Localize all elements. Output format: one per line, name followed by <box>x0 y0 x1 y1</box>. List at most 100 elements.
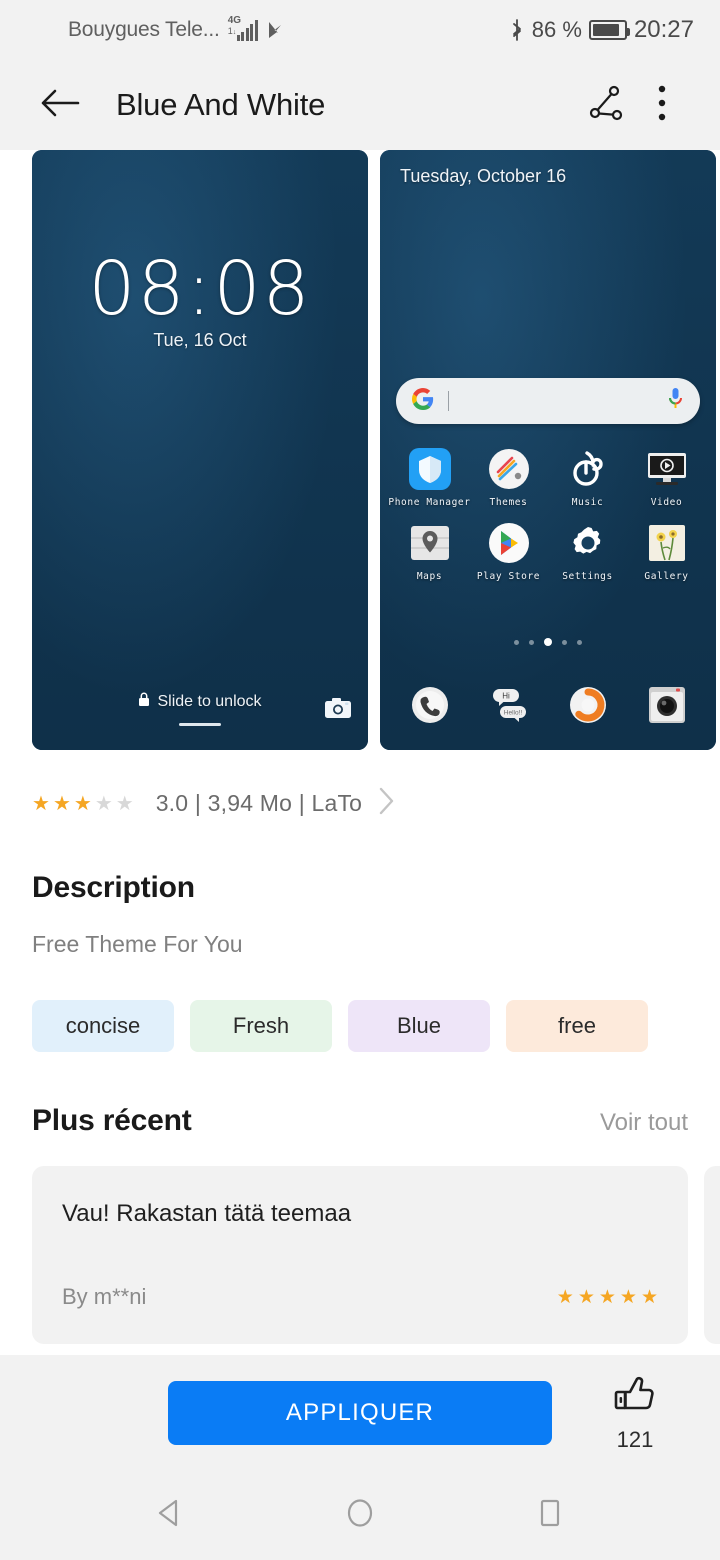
description-body: Free Theme For You <box>32 931 243 957</box>
microphone-icon[interactable] <box>667 387 684 416</box>
nav-back-triangle-icon <box>153 1496 187 1535</box>
review-title: Vau! Rakastan tätä teemaa <box>62 1200 352 1227</box>
preview-gallery[interactable]: 08:08 Tue, 16 Oct Slide to unlock Tuesda… <box>0 150 720 750</box>
rating-stars: ★ ★ ★ ★ ★ <box>32 794 134 814</box>
app-phone-manager[interactable]: Phone Manager <box>388 446 471 508</box>
app-row: Phone Manager Themes Music Video <box>388 446 706 520</box>
recent-heading: Plus récent <box>32 1104 192 1137</box>
home-indicator <box>179 723 221 726</box>
app-label: Play Store <box>476 571 541 582</box>
star-empty: ★ <box>115 792 134 815</box>
dock-browser[interactable] <box>548 682 627 728</box>
app-screen: Bouygues Tele... 4G 1↓ 86 % 20:27 Blue A… <box>0 0 720 1560</box>
gallery-icon <box>644 520 690 566</box>
tag-chip[interactable]: Blue <box>348 1000 490 1052</box>
tag-chip[interactable]: Fresh <box>190 1000 332 1052</box>
page-indicator <box>380 638 716 646</box>
app-music[interactable]: Music <box>548 446 627 508</box>
messages-icon: Hi Hello!! <box>486 682 532 728</box>
page-dot <box>529 639 534 645</box>
star-filled: ★ <box>577 1286 595 1308</box>
star-filled: ★ <box>556 1286 574 1308</box>
app-label: Gallery <box>644 571 689 582</box>
page-title: Blue And White <box>116 87 326 122</box>
overflow-menu-button[interactable] <box>634 77 690 133</box>
slide-to-unlock-label: Slide to unlock <box>157 693 262 710</box>
app-bar: Blue And White <box>0 60 720 150</box>
app-video[interactable]: Video <box>627 446 706 508</box>
play-store-icon <box>486 520 532 566</box>
share-icon <box>585 82 627 129</box>
app-settings[interactable]: Settings <box>548 520 627 582</box>
review-stars: ★ ★ ★ ★ ★ <box>557 1288 658 1307</box>
apply-button[interactable]: APPLIQUER <box>168 1380 552 1445</box>
star-filled: ★ <box>32 792 50 815</box>
app-grid: Phone Manager Themes Music Video Maps Pl… <box>388 446 706 594</box>
camera-icon <box>324 698 352 723</box>
app-row: Maps Play Store Settings Gallery <box>390 520 706 594</box>
share-button[interactable] <box>578 77 634 133</box>
browser-icon <box>565 682 611 728</box>
app-label: Phone Manager <box>388 497 471 508</box>
nav-home-button[interactable] <box>325 1480 395 1550</box>
search-input[interactable] <box>448 391 449 411</box>
app-label: Maps <box>416 571 443 582</box>
like-control[interactable]: 121 <box>612 1372 658 1453</box>
google-search-bar[interactable] <box>396 378 700 424</box>
more-vertical-icon <box>657 84 667 127</box>
app-maps[interactable]: Maps <box>390 520 469 582</box>
music-icon <box>565 446 611 492</box>
star-filled: ★ <box>640 1286 658 1308</box>
dock-messages[interactable]: Hi Hello!! <box>469 682 548 728</box>
svg-text:Hi: Hi <box>502 692 510 701</box>
app-gallery[interactable]: Gallery <box>627 520 706 582</box>
vpn-icon <box>266 19 288 41</box>
lockscreen-time: 08:08 <box>88 246 312 332</box>
dock-camera[interactable] <box>627 682 706 728</box>
review-carousel[interactable]: Vau! Rakastan tätä teemaa By m**ni ★ ★ ★… <box>0 1166 720 1344</box>
app-label: Themes <box>489 497 528 508</box>
page-dot <box>577 639 582 645</box>
app-dock: Hi Hello!! <box>390 682 706 728</box>
nav-home-circle-icon <box>343 1496 377 1535</box>
app-themes[interactable]: Themes <box>469 446 548 508</box>
review-card-next[interactable] <box>704 1166 720 1344</box>
status-bar: Bouygues Tele... 4G 1↓ 86 % 20:27 <box>0 0 720 60</box>
tag-list: concise Fresh Blue free <box>32 1000 688 1052</box>
star-filled: ★ <box>73 792 92 815</box>
video-icon <box>644 446 690 492</box>
dock-phone[interactable] <box>390 682 469 728</box>
shield-icon <box>407 446 453 492</box>
homescreen-date: Tuesday, October 16 <box>400 166 567 186</box>
svg-text:Hello!!: Hello!! <box>503 710 522 717</box>
camera-app-icon <box>644 682 690 728</box>
slide-to-unlock: Slide to unlock <box>32 692 368 712</box>
app-label: Video <box>650 497 683 508</box>
tag-chip[interactable]: free <box>506 1000 648 1052</box>
description-heading: Description <box>32 871 195 904</box>
carrier-label: Bouygues Tele... <box>68 18 220 41</box>
camera-shortcut[interactable] <box>324 697 352 724</box>
preview-homescreen[interactable]: Tuesday, October 16 Phone Manager Themes… <box>380 150 716 750</box>
nav-recents-button[interactable] <box>515 1480 585 1550</box>
theme-meta-row[interactable]: ★ ★ ★ ★ ★ 3.0 | 3,94 Mo | LaTo <box>0 750 720 821</box>
thumbs-up-icon <box>612 1372 658 1421</box>
see-all-link[interactable]: Voir tout <box>600 1109 688 1137</box>
system-nav-bar <box>0 1470 720 1560</box>
preview-lockscreen[interactable]: 08:08 Tue, 16 Oct Slide to unlock <box>32 150 368 750</box>
nav-back-button[interactable] <box>135 1480 205 1550</box>
page-dot <box>514 639 519 645</box>
lockscreen-date: Tue, 16 Oct <box>153 330 247 350</box>
app-play-store[interactable]: Play Store <box>469 520 548 582</box>
clock-label: 20:27 <box>633 16 694 43</box>
review-author: By m**ni <box>62 1284 147 1309</box>
themes-icon <box>486 446 532 492</box>
like-count-label: 121 <box>616 1427 654 1452</box>
tag-chip[interactable]: concise <box>32 1000 174 1052</box>
star-filled: ★ <box>598 1286 616 1308</box>
review-card[interactable]: Vau! Rakastan tätä teemaa By m**ni ★ ★ ★… <box>32 1166 688 1344</box>
back-button[interactable] <box>32 77 88 133</box>
chevron-right-icon[interactable] <box>378 786 396 821</box>
star-filled: ★ <box>619 1286 637 1308</box>
bottom-action-bar: APPLIQUER 121 <box>0 1355 720 1470</box>
